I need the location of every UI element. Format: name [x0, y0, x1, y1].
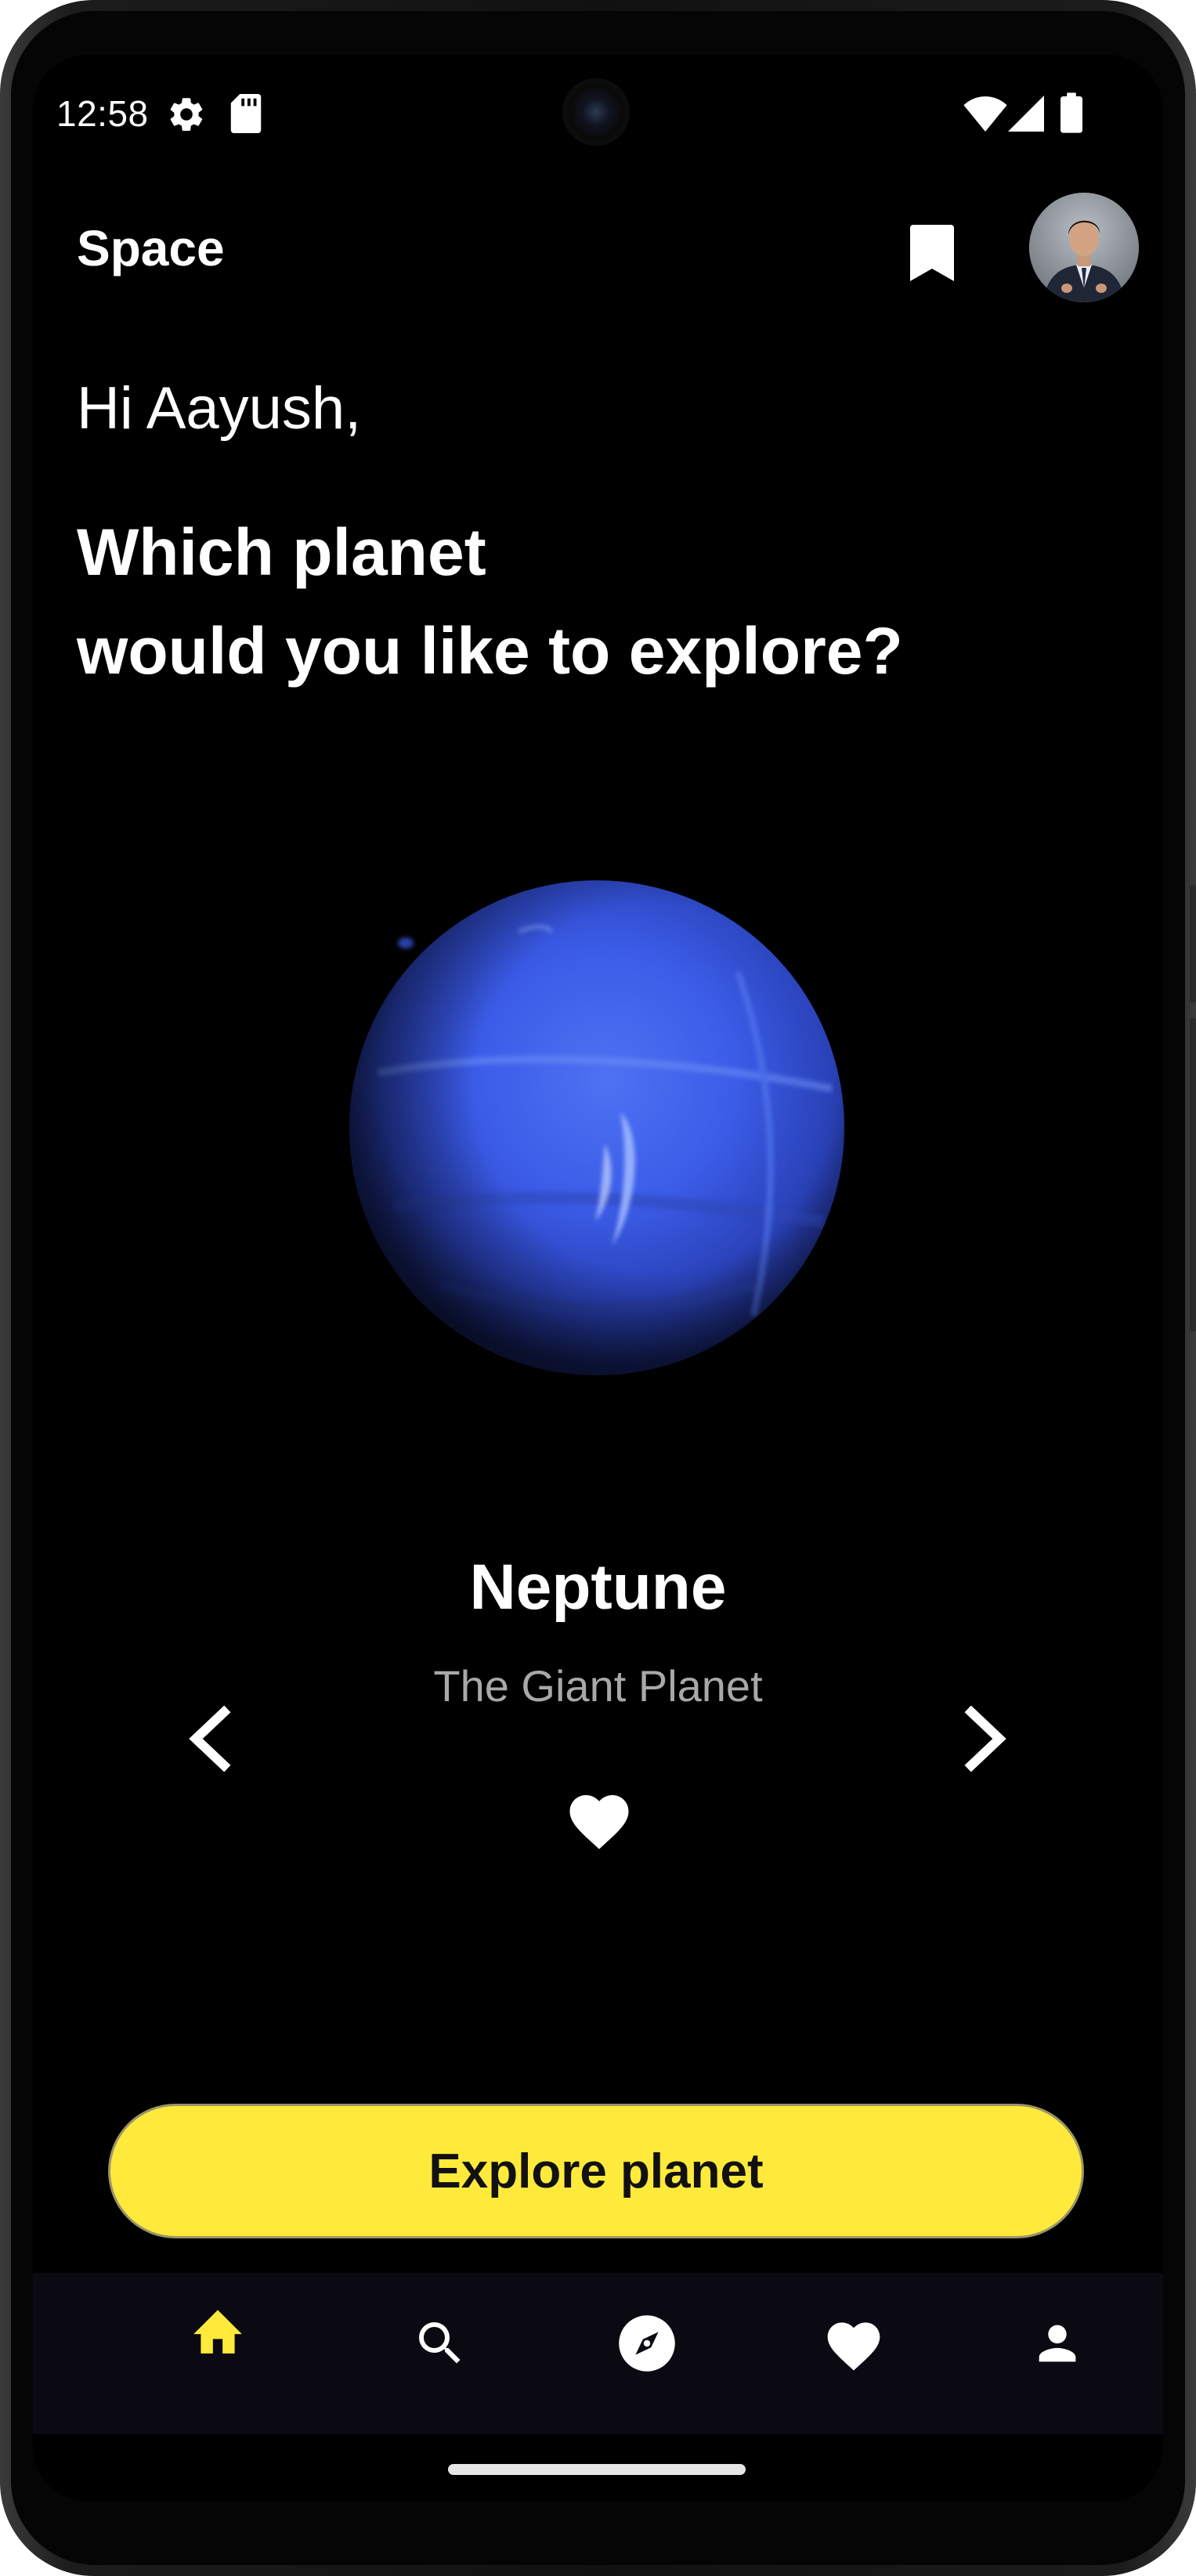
volume-button	[1190, 885, 1196, 1003]
favorite-heart-icon[interactable]	[564, 1786, 634, 1852]
headline-line-2: would you like to explore?	[77, 614, 903, 688]
nav-explore[interactable]	[608, 2304, 686, 2383]
person-icon	[1039, 2325, 1076, 2362]
chevron-left-icon[interactable]	[186, 1706, 233, 1772]
power-button	[1190, 1018, 1196, 1331]
phone-frame: 12:58 Space Hi Aayush, Which planet woul…	[0, 0, 1196, 2576]
neptune-image[interactable]	[346, 877, 847, 1378]
battery-icon	[1061, 92, 1082, 133]
gear-icon	[170, 98, 203, 131]
home-icon	[193, 2310, 242, 2354]
app-title: Space	[77, 220, 225, 276]
bookmark-icon	[910, 225, 954, 281]
nav-home[interactable]	[179, 2290, 257, 2368]
explore-planet-button[interactable]: Explore planet	[108, 2104, 1084, 2238]
front-camera	[562, 78, 630, 146]
greeting-text: Hi Aayush,	[77, 375, 362, 442]
search-icon	[419, 2322, 461, 2364]
chevron-right-icon[interactable]	[962, 1706, 1009, 1772]
gesture-navigation-bar[interactable]	[448, 2464, 746, 2475]
headline: Which planet would you like to explore?	[77, 503, 903, 700]
planet-name: Neptune	[469, 1552, 727, 1623]
compass-icon	[619, 2315, 675, 2372]
avatar-portrait	[1029, 193, 1139, 302]
user-avatar[interactable]	[1029, 193, 1139, 302]
status-bar: 12:58	[33, 55, 1163, 172]
nav-favorites[interactable]	[815, 2304, 893, 2383]
wifi-icon	[963, 96, 1007, 132]
nav-search[interactable]	[401, 2304, 479, 2383]
heart-icon	[827, 2322, 880, 2371]
cellular-signal-icon	[1008, 96, 1044, 132]
sd-card-icon	[230, 94, 262, 133]
nav-profile[interactable]	[1018, 2304, 1097, 2383]
status-time: 12:58	[56, 93, 149, 134]
headline-line-1: Which planet	[77, 515, 486, 589]
bookmark-button[interactable]	[901, 218, 963, 288]
screen: 12:58 Space Hi Aayush, Which planet woul…	[33, 55, 1163, 2502]
planet-subtitle: The Giant Planet	[433, 1661, 763, 1711]
bottom-navigation	[33, 2273, 1163, 2434]
